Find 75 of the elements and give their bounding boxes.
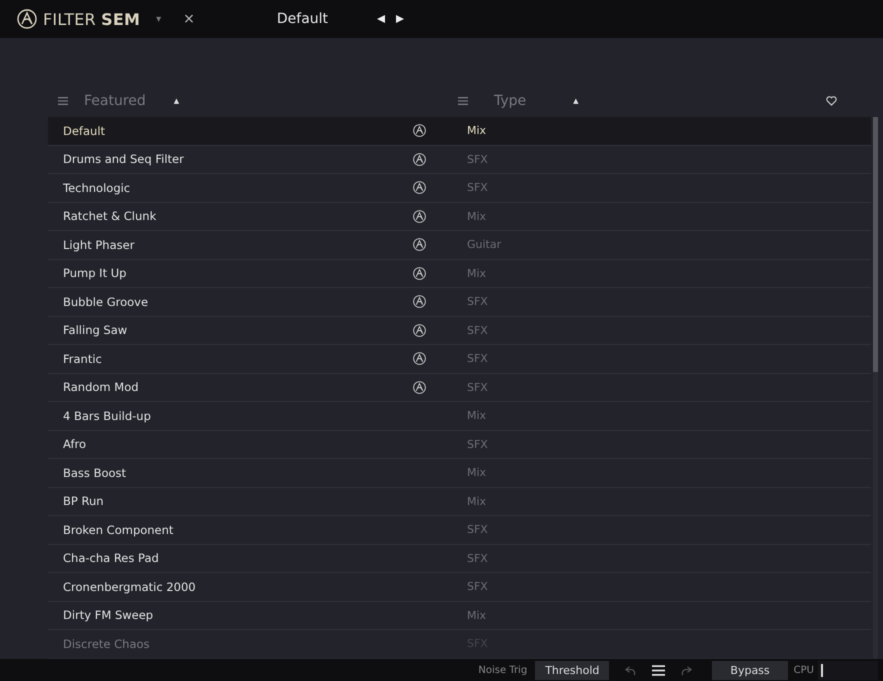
preset-name: Pump It Up (62, 266, 128, 280)
close-button[interactable]: × (183, 11, 195, 27)
preset-name: Afro (62, 437, 88, 452)
preset-type: SFX (467, 352, 488, 366)
preset-row[interactable]: Cronenbergmatic 2000 SFX (48, 573, 871, 602)
preset-type: Mix (467, 494, 486, 508)
logo-icon (17, 9, 37, 29)
preset-row[interactable]: Afro SFX (48, 430, 871, 459)
column-header[interactable]: Type (494, 92, 526, 108)
scrollbar[interactable] (873, 117, 878, 659)
preset-type: SFX (467, 523, 488, 536)
next-preset-button[interactable] (395, 14, 406, 24)
previous-preset-button[interactable] (376, 14, 386, 24)
cpu-label: CPU (794, 664, 814, 676)
preset-row[interactable]: 4 Bars Build-up Mix (48, 402, 871, 430)
preset-name: Bass Boost (62, 466, 128, 480)
preset-name: Dirty FM Sweep (62, 608, 154, 622)
preset-name: Broken Component (62, 522, 174, 537)
preset-type: SFX (467, 380, 488, 394)
plugin-name: FILTER SEM (43, 10, 140, 28)
preset-row[interactable]: Bubble Groove SFX (48, 288, 871, 316)
heart-icon[interactable] (826, 96, 837, 106)
dropdown-arrow[interactable]: ▾ (156, 14, 162, 24)
preset-row[interactable]: Technologic SFX (48, 174, 871, 202)
preset-type: SFX (467, 295, 488, 308)
preset-row[interactable]: Ratchet & Clunk Mix (48, 202, 871, 231)
menu-icon[interactable] (652, 664, 666, 676)
preset-name: Default (62, 124, 106, 138)
preset-row[interactable]: Bass Boost Mix (48, 459, 871, 488)
preset-type: Mix (467, 266, 486, 280)
preset-row[interactable]: Default Mix (48, 117, 871, 146)
preset-name: Ratchet & Clunk (62, 209, 158, 224)
preset-type: Mix (467, 608, 486, 622)
preset-name: Cha-cha Res Pad (62, 551, 160, 566)
preset-row[interactable]: BP Run Mix (48, 488, 871, 516)
menu-icon (458, 96, 468, 106)
preset-name: Cronenbergmatic 2000 (62, 580, 197, 594)
preset-type: Mix (467, 409, 486, 422)
preset-name: Technologic (62, 180, 132, 195)
preset-type: Mix (467, 124, 486, 138)
preset-row[interactable]: Pump It Up Mix (48, 260, 871, 288)
preset-type: SFX (467, 152, 488, 166)
preset-row[interactable]: Falling Saw SFX (48, 316, 871, 345)
preset-row[interactable]: Drums and Seq Filter SFX (48, 146, 871, 174)
preset-type: SFX (467, 324, 488, 337)
preset-type: SFX (467, 580, 488, 594)
preset-name: Discrete Chaos (62, 636, 151, 651)
preset-type: Mix (467, 466, 486, 480)
menu-icon (58, 96, 68, 106)
preset-name: Bubble Groove (62, 294, 150, 309)
preset-type: SFX (467, 181, 488, 194)
preset-type: SFX (467, 552, 488, 565)
preset-name: BP Run (62, 494, 105, 508)
preset-row[interactable]: Cha-cha Res Pad SFX (48, 544, 871, 573)
preset-name: Frantic (62, 352, 103, 366)
preset-row[interactable]: Random Mod SFX (48, 374, 871, 402)
parameter-value[interactable]: Threshold (535, 660, 610, 680)
parameter-label: Noise Trig (478, 664, 528, 676)
preset-type: Mix (467, 210, 486, 223)
preset-row[interactable]: Broken Component SFX (48, 516, 871, 544)
redo-icon[interactable] (681, 664, 692, 676)
column-header[interactable]: Featured (84, 92, 146, 108)
preset-type: Guitar (467, 238, 502, 252)
preset-name: Default (276, 11, 328, 27)
preset-name: Falling Saw (62, 323, 128, 338)
preset-name: 4 Bars Build-up (62, 408, 152, 423)
preset-name: Light Phaser (62, 238, 136, 252)
preset-name: Random Mod (62, 380, 140, 394)
preset-name: Drums and Seq Filter (62, 152, 185, 166)
preset-row[interactable]: Dirty FM Sweep Mix (48, 602, 871, 630)
preset-row[interactable]: Frantic SFX (48, 345, 871, 374)
bypass-button[interactable]: Bypass (712, 660, 788, 680)
preset-row[interactable]: Light Phaser Guitar (48, 231, 871, 260)
undo-icon[interactable] (625, 664, 636, 676)
preset-type: SFX (467, 438, 488, 451)
